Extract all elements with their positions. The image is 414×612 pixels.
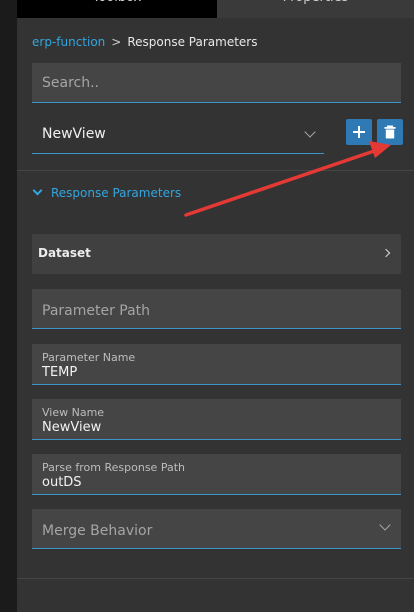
dataset-label: Dataset bbox=[38, 246, 91, 260]
breadcrumb-current: Response Parameters bbox=[127, 35, 258, 49]
view-name-field[interactable]: View Name NewView bbox=[32, 399, 401, 440]
search-placeholder: Search.. bbox=[42, 75, 99, 91]
view-name-label: View Name bbox=[42, 406, 105, 419]
parameter-name-value: TEMP bbox=[42, 365, 78, 380]
bottom-divider bbox=[17, 578, 414, 579]
parameter-path-field[interactable]: Parameter Path bbox=[32, 289, 401, 329]
parameter-name-label: Parameter Name bbox=[42, 351, 136, 364]
view-name-value: NewView bbox=[42, 420, 102, 435]
view-select[interactable]: NewView bbox=[32, 118, 324, 154]
chevron-right-icon bbox=[381, 248, 391, 258]
section-title: Response Parameters bbox=[51, 186, 182, 200]
properties-panel: erp-function > Response Parameters Search.… bbox=[17, 18, 414, 612]
add-view-button[interactable] bbox=[346, 119, 372, 145]
breadcrumb-parent-link[interactable]: erp-function bbox=[32, 35, 105, 49]
parse-response-path-field[interactable]: Parse from Response Path outDS bbox=[32, 454, 401, 495]
parameter-name-field[interactable]: Parameter Name TEMP bbox=[32, 344, 401, 385]
parameter-path-placeholder: Parameter Path bbox=[42, 303, 151, 319]
breadcrumb: erp-function > Response Parameters bbox=[32, 35, 258, 49]
chevron-down-icon bbox=[304, 126, 316, 138]
merge-behavior-placeholder: Merge Behavior bbox=[42, 523, 153, 539]
plus-icon bbox=[353, 126, 365, 138]
trash-icon bbox=[384, 125, 396, 139]
breadcrumb-separator: > bbox=[111, 35, 122, 49]
parse-response-path-label: Parse from Response Path bbox=[42, 461, 185, 474]
chevron-down-icon bbox=[32, 185, 43, 196]
parse-response-path-value: outDS bbox=[42, 475, 82, 490]
search-input[interactable]: Search.. bbox=[32, 63, 401, 103]
chevron-down-icon bbox=[379, 519, 391, 531]
section-divider bbox=[17, 170, 414, 171]
tab-toolbox[interactable]: Toolbox bbox=[17, 0, 217, 18]
tab-bar: Toolbox Properties bbox=[17, 0, 414, 18]
merge-behavior-select[interactable]: Merge Behavior bbox=[32, 509, 401, 549]
dataset-row[interactable]: Dataset bbox=[32, 234, 401, 274]
view-select-value: NewView bbox=[42, 126, 106, 142]
delete-view-button[interactable] bbox=[377, 119, 403, 145]
tab-properties[interactable]: Properties bbox=[217, 0, 414, 18]
response-parameters-section-toggle[interactable]: Response Parameters bbox=[32, 185, 182, 200]
